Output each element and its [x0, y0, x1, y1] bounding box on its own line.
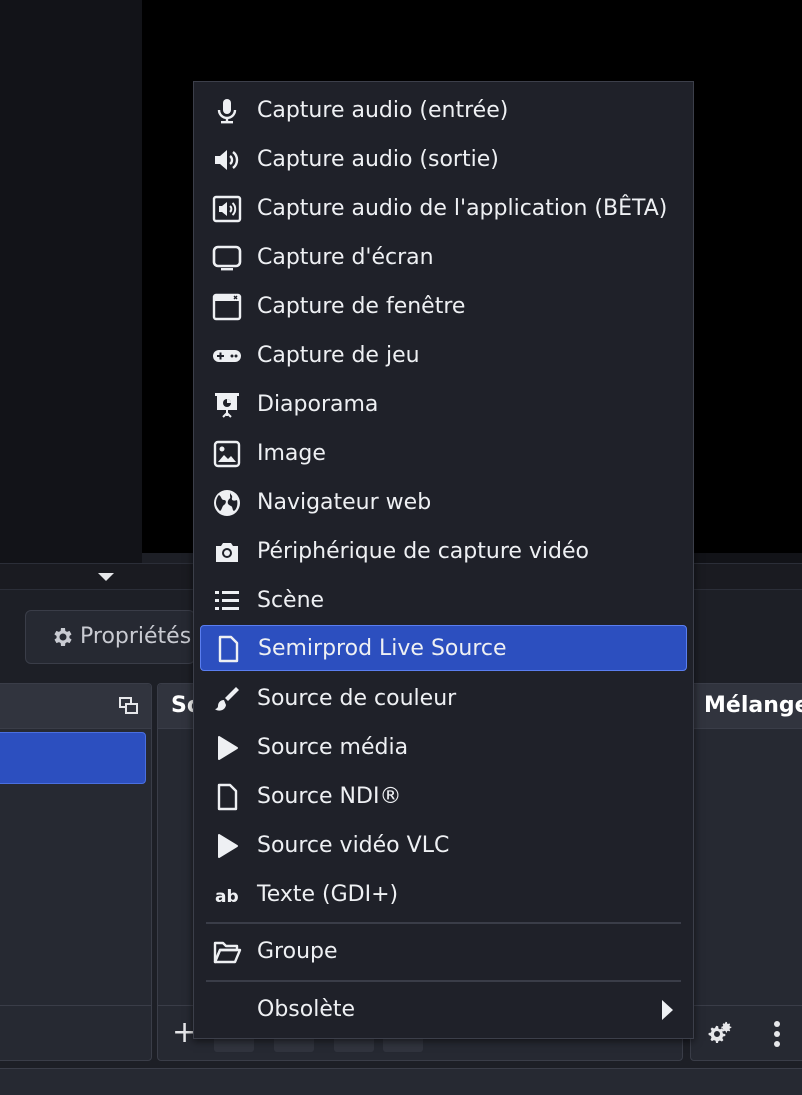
gear-icon — [54, 628, 72, 646]
file-icon — [213, 635, 243, 663]
text-icon: ab — [212, 881, 242, 909]
properties-button[interactable]: Propriétés — [25, 610, 195, 664]
play-icon — [212, 832, 242, 860]
menu-item-label: Semirprod Live Source — [258, 636, 507, 661]
menu-item-label: Groupe — [257, 939, 338, 964]
menu-item-text-gdi[interactable]: ab Texte (GDI+) — [200, 872, 687, 918]
menu-item-label: Source vidéo VLC — [257, 833, 450, 858]
menu-item-ndi-source[interactable]: Source NDI® — [200, 774, 687, 820]
microphone-icon — [212, 97, 242, 125]
menu-item-label: Capture audio de l'application (BÊTA) — [257, 196, 668, 221]
menu-item-deprecated[interactable]: Obsolète — [200, 987, 687, 1033]
gamepad-icon — [212, 342, 242, 370]
menu-item-label: Image — [257, 441, 326, 466]
menu-item-browser[interactable]: Navigateur web — [200, 480, 687, 526]
menu-item-group[interactable]: Groupe — [200, 929, 687, 975]
menu-item-slideshow[interactable]: Diaporama — [200, 382, 687, 428]
menu-item-label: Diaporama — [257, 392, 379, 417]
menu-item-label: Scène — [257, 588, 325, 613]
image-icon — [212, 440, 242, 468]
chevron-right-icon — [662, 1000, 673, 1020]
speaker-icon — [212, 146, 242, 174]
splitter-toggle-button[interactable] — [85, 565, 127, 587]
menu-item-label: Texte (GDI+) — [257, 882, 399, 907]
menu-item-label: Capture d'écran — [257, 245, 434, 270]
menu-item-audio-output-capture[interactable]: Capture audio (sortie) — [200, 137, 687, 183]
brush-icon — [212, 685, 242, 713]
menu-item-label: Source de couleur — [257, 686, 457, 711]
status-bar — [0, 1068, 802, 1095]
slideshow-icon — [212, 391, 242, 419]
file-icon — [212, 783, 242, 811]
window-icon — [212, 293, 242, 321]
menu-item-media-source[interactable]: Source média — [200, 725, 687, 771]
add-source-context-menu: Capture audio (entrée) Capture audio (so… — [193, 81, 694, 1039]
mixer-settings-icon[interactable] — [704, 1019, 734, 1049]
menu-item-image[interactable]: Image — [200, 431, 687, 477]
folder-open-icon — [212, 938, 242, 966]
svg-text:ab: ab — [215, 887, 239, 907]
preview-border — [693, 553, 802, 563]
menu-item-application-audio-capture[interactable]: Capture audio de l'application (BÊTA) — [200, 186, 687, 232]
undock-icon[interactable] — [119, 697, 139, 715]
globe-icon — [212, 489, 242, 517]
menu-item-label: Capture de jeu — [257, 343, 420, 368]
scenes-dock-footer — [0, 1005, 151, 1060]
menu-item-label: Source média — [257, 735, 409, 760]
menu-item-color-source[interactable]: Source de couleur — [200, 676, 687, 722]
camera-icon — [212, 538, 242, 566]
menu-item-label: Capture audio (sortie) — [257, 147, 499, 172]
menu-item-display-capture[interactable]: Capture d'écran — [200, 235, 687, 281]
menu-item-label: Capture de fenêtre — [257, 294, 466, 319]
menu-item-label: Obsolète — [257, 997, 356, 1022]
play-icon — [212, 734, 242, 762]
menu-item-window-capture[interactable]: Capture de fenêtre — [200, 284, 687, 330]
menu-item-game-capture[interactable]: Capture de jeu — [200, 333, 687, 379]
audio-mixer-dock: Mélange — [690, 683, 802, 1061]
monitor-icon — [212, 244, 242, 272]
list-icon — [212, 587, 242, 615]
scene-list-item-selected[interactable] — [0, 732, 146, 784]
menu-item-semirprod-live-source[interactable]: Semirprod Live Source — [200, 625, 687, 671]
menu-item-video-capture-device[interactable]: Périphérique de capture vidéo — [200, 529, 687, 575]
menu-separator — [206, 922, 681, 924]
menu-item-audio-input-capture[interactable]: Capture audio (entrée) — [200, 88, 687, 134]
menu-item-scene[interactable]: Scène — [200, 578, 687, 624]
kebab-menu-icon[interactable] — [769, 1019, 785, 1049]
menu-item-label: Navigateur web — [257, 490, 432, 515]
left-panel — [0, 0, 142, 563]
chevron-down-icon — [98, 573, 114, 581]
properties-button-label: Propriétés — [80, 624, 192, 649]
menu-item-label: Capture audio (entrée) — [257, 98, 509, 123]
menu-item-vlc-video-source[interactable]: Source vidéo VLC — [200, 823, 687, 869]
audio-mixer-dock-title: Mélange — [691, 684, 802, 729]
menu-item-label: Source NDI® — [257, 784, 402, 809]
menu-item-label: Périphérique de capture vidéo — [257, 539, 589, 564]
menu-separator — [206, 980, 681, 982]
app-audio-icon — [212, 195, 242, 223]
